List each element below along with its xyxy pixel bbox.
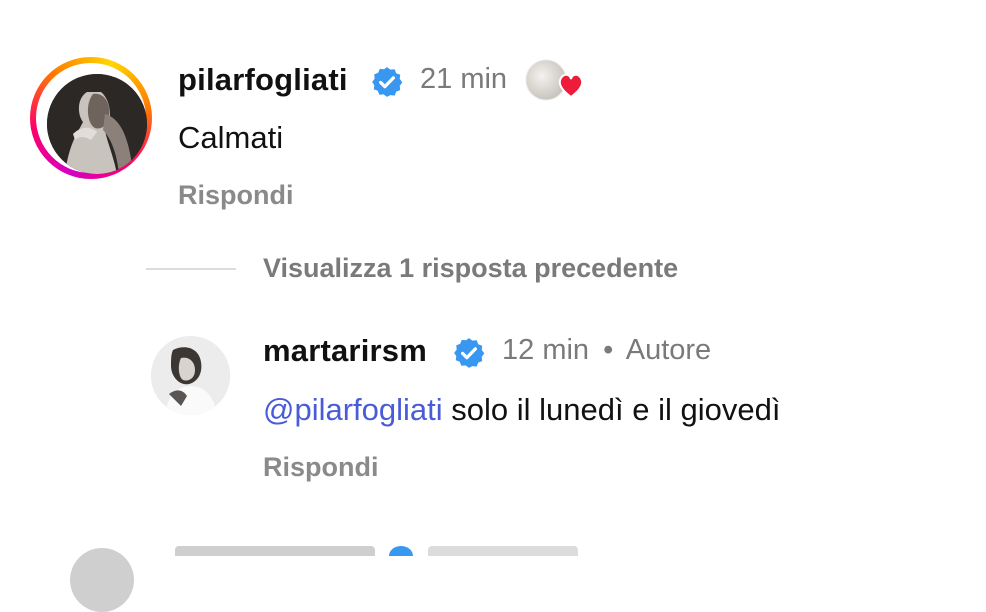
comment-username[interactable]: pilarfogliati [178, 62, 348, 98]
comment-username[interactable]: martarirsm [263, 333, 427, 369]
comment-meta: 12 min • Autore [502, 334, 711, 367]
comment-time: 21 min [420, 63, 508, 95]
verified-badge-icon [370, 65, 404, 104]
comment-time: 12 min [502, 334, 590, 366]
story-ring[interactable] [30, 57, 152, 179]
verified-badge-icon [452, 336, 486, 375]
author-label: Autore [625, 334, 712, 366]
comment-text: Calmati [178, 120, 284, 155]
author-heart-icon [524, 57, 588, 105]
mention-link[interactable]: @pilarfogliati [263, 392, 443, 427]
meta-separator: • [603, 334, 614, 366]
view-previous-replies-button[interactable]: Visualizza 1 risposta precedente [263, 253, 678, 284]
avatar-martarirsm[interactable] [151, 336, 230, 415]
avatar-photo-icon [151, 336, 230, 415]
avatar-photo-icon [47, 74, 147, 174]
thread-divider [146, 268, 236, 270]
avatar-pilarfogliati[interactable] [47, 74, 147, 174]
verified-badge-icon [389, 546, 414, 556]
story-ring-gap [36, 63, 147, 174]
comment-text-line: @pilarfogliati solo il lunedì e il giove… [263, 392, 780, 428]
next-comment-header [175, 546, 595, 556]
next-username-placeholder [175, 546, 375, 556]
next-meta-placeholder [427, 546, 578, 556]
comment-text: solo il lunedì e il giovedì [442, 392, 781, 427]
avatar-next-comment[interactable] [70, 548, 134, 612]
reply-button[interactable]: Rispondi [178, 180, 294, 211]
reply-button[interactable]: Rispondi [263, 452, 379, 483]
